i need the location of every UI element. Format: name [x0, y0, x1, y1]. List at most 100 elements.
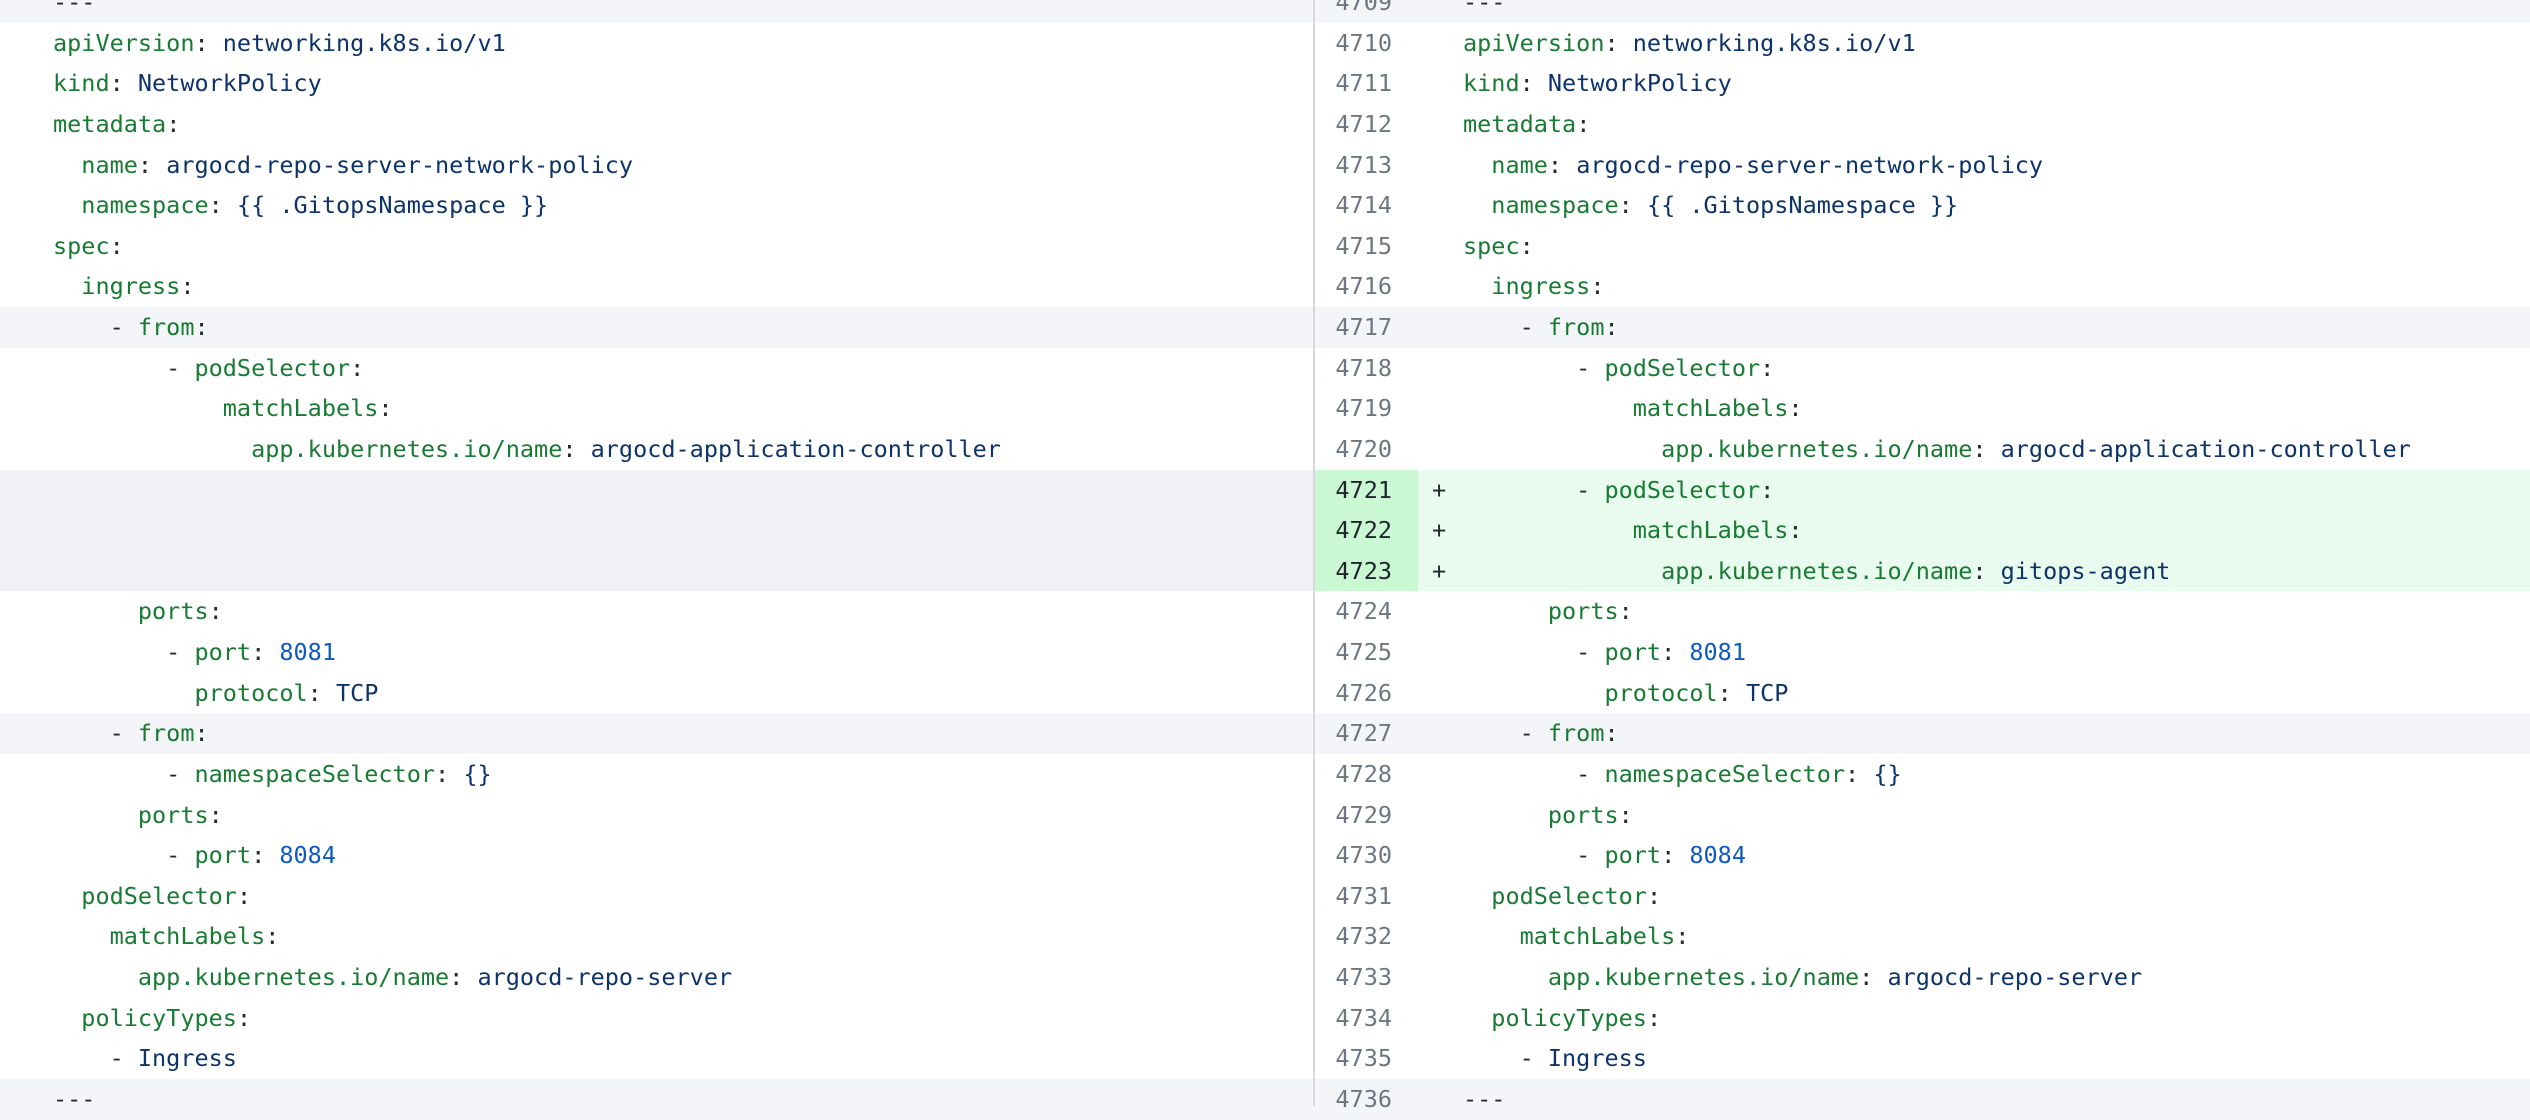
code-text: matchLabels:	[1418, 916, 2530, 957]
line-number[interactable]: 4709	[1314, 0, 1418, 23]
diff-row: - namespaceSelector: {}4728 - namespaceS…	[0, 754, 2530, 795]
line-number[interactable]: 4719	[1314, 388, 1418, 429]
line-number[interactable]: 4721	[1314, 470, 1418, 511]
code-text: matchLabels:	[1418, 388, 2530, 429]
line-number[interactable]: 4731	[1314, 876, 1418, 917]
line-number[interactable]: 4717	[1314, 307, 1418, 348]
right-code-line: name: argocd-repo-server-network-policy	[1418, 145, 2530, 186]
right-code-line: - namespaceSelector: {}	[1418, 754, 2530, 795]
code-segment-punctuation: :	[562, 435, 590, 463]
left-code-line: protocol: TCP	[0, 673, 1314, 714]
code-text: ingress:	[1418, 266, 2530, 307]
line-number[interactable]: 4725	[1314, 632, 1418, 673]
code-segment-yaml-key: matchLabels	[1520, 922, 1676, 950]
code-segment-yaml-key: ports	[138, 801, 209, 829]
code-segment-punctuation	[53, 1004, 81, 1032]
line-number[interactable]: 4734	[1314, 998, 1418, 1039]
code-segment-yaml-key: policyTypes	[81, 1004, 237, 1032]
code-segment-yaml-value: NetworkPolicy	[138, 69, 322, 97]
diff-row: matchLabels:4719 matchLabels:	[0, 388, 2530, 429]
code-segment-yaml-key: spec	[1463, 232, 1520, 260]
code-segment-yaml-key: from	[1548, 719, 1605, 747]
code-segment-punctuation: :	[1619, 191, 1647, 219]
code-segment-yaml-key: podSelector	[1491, 882, 1647, 910]
line-number[interactable]: 4727	[1314, 713, 1418, 754]
line-number[interactable]: 4724	[1314, 591, 1418, 632]
diff-row: policyTypes:4734 policyTypes:	[0, 998, 2530, 1039]
right-code-line: spec:	[1418, 226, 2530, 267]
right-code-line: + matchLabels:	[1418, 510, 2530, 551]
line-number[interactable]: 4720	[1314, 429, 1418, 470]
code-segment-punctuation: :	[1619, 801, 1633, 829]
left-code-line: app.kubernetes.io/name: argocd-applicati…	[0, 429, 1314, 470]
line-number[interactable]: 4733	[1314, 957, 1418, 998]
code-segment-punctuation: ---	[53, 1085, 95, 1113]
code-segment-punctuation: :	[237, 1004, 251, 1032]
diff-row: app.kubernetes.io/name: argocd-applicati…	[0, 429, 2530, 470]
line-number[interactable]: 4716	[1314, 266, 1418, 307]
line-number[interactable]: 4712	[1314, 104, 1418, 145]
line-number[interactable]: 4728	[1314, 754, 1418, 795]
code-text: - port: 8084	[1418, 835, 2530, 876]
right-code-line: - from:	[1418, 307, 2530, 348]
code-segment-yaml-value: argocd-application-controller	[2001, 435, 2411, 463]
right-code-line: ports:	[1418, 795, 2530, 836]
line-number[interactable]: 4722	[1314, 510, 1418, 551]
diff-row: 4721+ - podSelector:	[0, 470, 2530, 511]
line-number[interactable]: 4718	[1314, 348, 1418, 389]
code-segment-punctuation: -	[1463, 638, 1604, 666]
right-code-line: - Ingress	[1418, 1038, 2530, 1079]
diff-row: ---4736---	[0, 1079, 2530, 1120]
line-number[interactable]: 4714	[1314, 185, 1418, 226]
diff-row: kind: NetworkPolicy4711kind: NetworkPoli…	[0, 63, 2530, 104]
code-segment-yaml-key: ports	[1548, 801, 1619, 829]
code-segment-yaml-value: networking.k8s.io/v1	[1633, 29, 1916, 57]
code-segment-punctuation	[1463, 922, 1520, 950]
added-line-marker: +	[1432, 510, 1446, 551]
line-number[interactable]: 4715	[1314, 226, 1418, 267]
code-segment-punctuation: -	[53, 1044, 138, 1072]
code-text: ---	[1418, 0, 2530, 23]
line-number[interactable]: 4736	[1314, 1079, 1418, 1120]
code-segment-yaml-key: name	[81, 151, 138, 179]
line-number[interactable]: 4713	[1314, 145, 1418, 186]
diff-row: ports:4724 ports:	[0, 591, 2530, 632]
code-text: apiVersion: networking.k8s.io/v1	[1418, 23, 2530, 64]
line-number[interactable]: 4729	[1314, 795, 1418, 836]
code-segment-yaml-value: {}	[463, 760, 491, 788]
right-code-line: + - podSelector:	[1418, 470, 2530, 511]
line-number[interactable]: 4710	[1314, 23, 1418, 64]
code-segment-punctuation: :	[378, 394, 392, 422]
line-number[interactable]: 4735	[1314, 1038, 1418, 1079]
code-text: app.kubernetes.io/name: gitops-agent	[1418, 551, 2530, 592]
code-segment-punctuation: :	[1619, 597, 1633, 625]
code-segment-punctuation	[1463, 272, 1491, 300]
code-segment-yaml-value: {{ .GitopsNamespace }}	[237, 191, 548, 219]
line-number[interactable]: 4732	[1314, 916, 1418, 957]
line-number[interactable]: 4711	[1314, 63, 1418, 104]
line-number[interactable]: 4730	[1314, 835, 1418, 876]
code-segment-punctuation: -	[1463, 1044, 1548, 1072]
line-number[interactable]: 4723	[1314, 551, 1418, 592]
right-code-line: app.kubernetes.io/name: argocd-applicati…	[1418, 429, 2530, 470]
code-segment-yaml-value: NetworkPolicy	[1548, 69, 1732, 97]
code-segment-yaml-key: podSelector	[81, 882, 237, 910]
code-segment-yaml-key: apiVersion	[53, 29, 194, 57]
code-segment-punctuation: :	[1675, 922, 1689, 950]
code-segment-punctuation: :	[350, 354, 364, 382]
diff-row: - port: 80844730 - port: 8084	[0, 835, 2530, 876]
code-segment-punctuation: ---	[53, 0, 95, 16]
code-text: podSelector:	[1418, 876, 2530, 917]
code-segment-yaml-key: policyTypes	[1491, 1004, 1647, 1032]
code-segment-yaml-value: argocd-repo-server	[477, 963, 732, 991]
code-segment-yaml-key: from	[138, 313, 195, 341]
left-code-line: ports:	[0, 591, 1314, 632]
line-number[interactable]: 4726	[1314, 673, 1418, 714]
code-text: matchLabels:	[1418, 510, 2530, 551]
code-segment-punctuation: :	[138, 151, 166, 179]
code-segment-punctuation	[53, 151, 81, 179]
code-segment-yaml-key: matchLabels	[1633, 394, 1789, 422]
code-segment-punctuation	[53, 435, 251, 463]
code-segment-yaml-key: ports	[138, 597, 209, 625]
code-segment-yaml-key: port	[194, 638, 251, 666]
